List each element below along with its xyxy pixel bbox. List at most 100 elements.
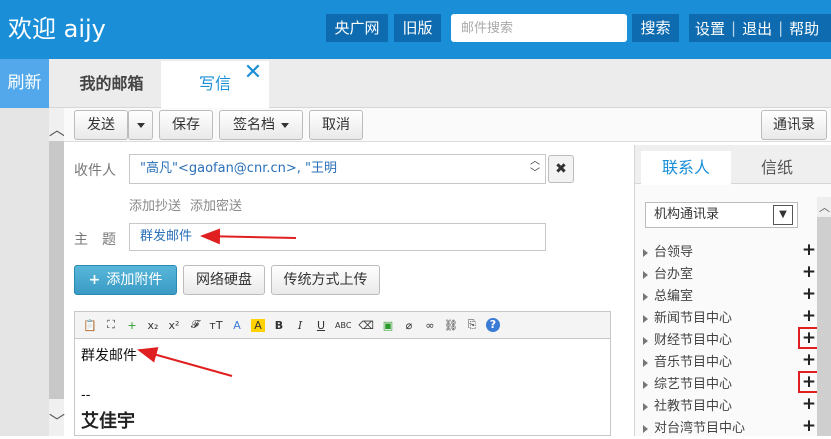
- expand-arrow-icon[interactable]: [643, 358, 648, 367]
- chevron-down-icon[interactable]: ▼: [773, 205, 793, 225]
- fullscreen-icon[interactable]: ⛶: [104, 318, 118, 332]
- clear-recipients-icon[interactable]: ✖: [548, 155, 574, 183]
- subject-label: 主 题: [74, 232, 116, 248]
- org-item[interactable]: 音乐节目中心 +: [643, 351, 818, 373]
- scroll-down-icon[interactable]: ﹀: [49, 408, 65, 432]
- compose-scrollbar[interactable]: ︿ ﹀: [49, 108, 65, 436]
- save-button[interactable]: 保存: [159, 110, 213, 140]
- highlight-color-icon[interactable]: A: [251, 318, 265, 332]
- scroll-up-icon[interactable]: ︿: [49, 116, 65, 140]
- add-org-icon[interactable]: +: [800, 417, 818, 435]
- org-name: 音乐节目中心: [654, 355, 733, 370]
- signature-separator: --: [81, 388, 91, 403]
- scroll-up-icon[interactable]: ︿: [817, 199, 831, 215]
- expand-arrow-icon[interactable]: [643, 292, 648, 301]
- font-size-icon[interactable]: тT: [209, 319, 223, 332]
- mail-search-input[interactable]: [451, 14, 627, 42]
- address-book-button[interactable]: 通讯录: [761, 110, 827, 140]
- add-org-icon[interactable]: +: [800, 395, 818, 413]
- expand-arrow-icon[interactable]: [643, 336, 648, 345]
- cancel-button[interactable]: 取消: [309, 110, 363, 140]
- image-icon[interactable]: ▣: [381, 319, 395, 332]
- bold-icon[interactable]: B: [272, 319, 286, 332]
- divider: |: [731, 19, 737, 37]
- add-org-icon[interactable]: +: [798, 327, 820, 349]
- compose-toolbar: 发送 保存 签名档 取消 通讯录: [64, 108, 831, 142]
- add-org-icon[interactable]: +: [800, 351, 818, 369]
- expand-arrow-icon[interactable]: [643, 402, 648, 411]
- refresh-button[interactable]: 刷新: [0, 59, 49, 108]
- send-button[interactable]: 发送: [74, 110, 128, 140]
- signature-button[interactable]: 签名档: [219, 110, 303, 140]
- underline-icon[interactable]: U: [314, 319, 328, 332]
- netdisk-button[interactable]: 网络硬盘: [183, 265, 265, 295]
- org-item[interactable]: 综艺节目中心 +: [643, 371, 820, 395]
- tab-stationery[interactable]: 信纸: [735, 151, 819, 185]
- expand-arrow-icon[interactable]: [643, 314, 648, 323]
- expand-arrow-icon[interactable]: [643, 424, 648, 433]
- org-name: 财经节目中心: [654, 333, 733, 348]
- recipients-field[interactable]: "高凡"<gaofan@cnr.cn>, "王明: [129, 154, 546, 184]
- org-item[interactable]: 台办室 +: [643, 263, 818, 285]
- search-button[interactable]: 搜索: [632, 14, 679, 42]
- eraser-icon[interactable]: ⌫: [358, 319, 374, 332]
- org-name: 对台湾节目中心: [654, 421, 746, 436]
- unlink-icon[interactable]: ⛓: [444, 319, 458, 332]
- org-item[interactable]: 社教节目中心 +: [643, 395, 818, 417]
- add-org-icon[interactable]: +: [800, 285, 818, 303]
- expand-arrow-icon[interactable]: [643, 380, 648, 389]
- panel-scrollbar[interactable]: ︿: [817, 197, 831, 436]
- scrollbar-thumb[interactable]: [49, 141, 64, 399]
- address-book-select[interactable]: 机构通讯录 ▼: [645, 202, 798, 228]
- cnr-button[interactable]: 央广网: [326, 14, 388, 42]
- tab-my-mailbox[interactable]: 我的邮箱: [62, 59, 161, 108]
- plus-icon: +: [88, 272, 101, 288]
- org-name: 台办室: [654, 267, 694, 282]
- org-item[interactable]: 总编室 +: [643, 285, 818, 307]
- divider: |: [778, 19, 784, 37]
- help-icon[interactable]: ?: [485, 318, 500, 332]
- add-attachment-button[interactable]: + 添加附件: [74, 265, 177, 295]
- paste-text-icon[interactable]: ⎘: [465, 318, 479, 332]
- subject-field[interactable]: 群发邮件: [129, 223, 546, 251]
- add-org-icon[interactable]: +: [798, 371, 820, 393]
- attachment-clip-icon[interactable]: ⌀: [402, 319, 416, 332]
- logout-link[interactable]: 退出: [736, 18, 778, 39]
- help-link[interactable]: 帮助: [783, 18, 825, 39]
- send-options-button[interactable]: [128, 110, 153, 140]
- insert-icon[interactable]: +: [125, 319, 139, 332]
- italic-icon[interactable]: I: [293, 319, 307, 332]
- org-name: 社教节目中心: [654, 399, 733, 414]
- old-version-button[interactable]: 旧版: [394, 14, 441, 42]
- add-org-icon[interactable]: +: [800, 241, 818, 259]
- add-attachment-label: 添加附件: [106, 272, 163, 288]
- paste-icon[interactable]: 📋: [83, 319, 97, 332]
- close-icon[interactable]: ✕: [242, 61, 264, 85]
- settings-link[interactable]: 设置: [689, 18, 731, 39]
- panel-tabs: 联系人 信纸: [635, 145, 831, 185]
- link-icon[interactable]: ∞: [423, 319, 437, 332]
- org-name: 新闻节目中心: [654, 311, 733, 326]
- mail-body-editor[interactable]: 群发邮件 -- 艾佳宇: [74, 339, 611, 436]
- org-item[interactable]: 台领导 +: [643, 241, 818, 263]
- tab-contacts[interactable]: 联系人: [641, 151, 731, 185]
- add-cc-link[interactable]: 添加抄送: [129, 195, 181, 214]
- org-name: 综艺节目中心: [654, 377, 733, 392]
- expand-arrow-icon[interactable]: [643, 248, 648, 257]
- font-family-icon[interactable]: 𝓕: [188, 318, 202, 332]
- add-bcc-link[interactable]: 添加密送: [190, 195, 242, 214]
- recipients-scroll-icon[interactable]: ︿ ﹀: [527, 156, 543, 182]
- expand-arrow-icon[interactable]: [643, 270, 648, 279]
- subscript-icon[interactable]: x₂: [146, 319, 160, 332]
- add-org-icon[interactable]: +: [800, 307, 818, 325]
- traditional-upload-button[interactable]: 传统方式上传: [271, 265, 380, 295]
- add-org-icon[interactable]: +: [800, 263, 818, 281]
- strikethrough-icon[interactable]: ABC: [335, 321, 351, 330]
- org-name: 总编室: [654, 289, 694, 304]
- org-item[interactable]: 新闻节目中心 +: [643, 307, 818, 329]
- left-nav: [0, 59, 49, 436]
- org-item[interactable]: 财经节目中心 +: [643, 327, 820, 351]
- scrollbar-thumb[interactable]: [817, 217, 831, 436]
- font-color-icon[interactable]: A: [230, 319, 244, 332]
- superscript-icon[interactable]: x²: [167, 319, 181, 332]
